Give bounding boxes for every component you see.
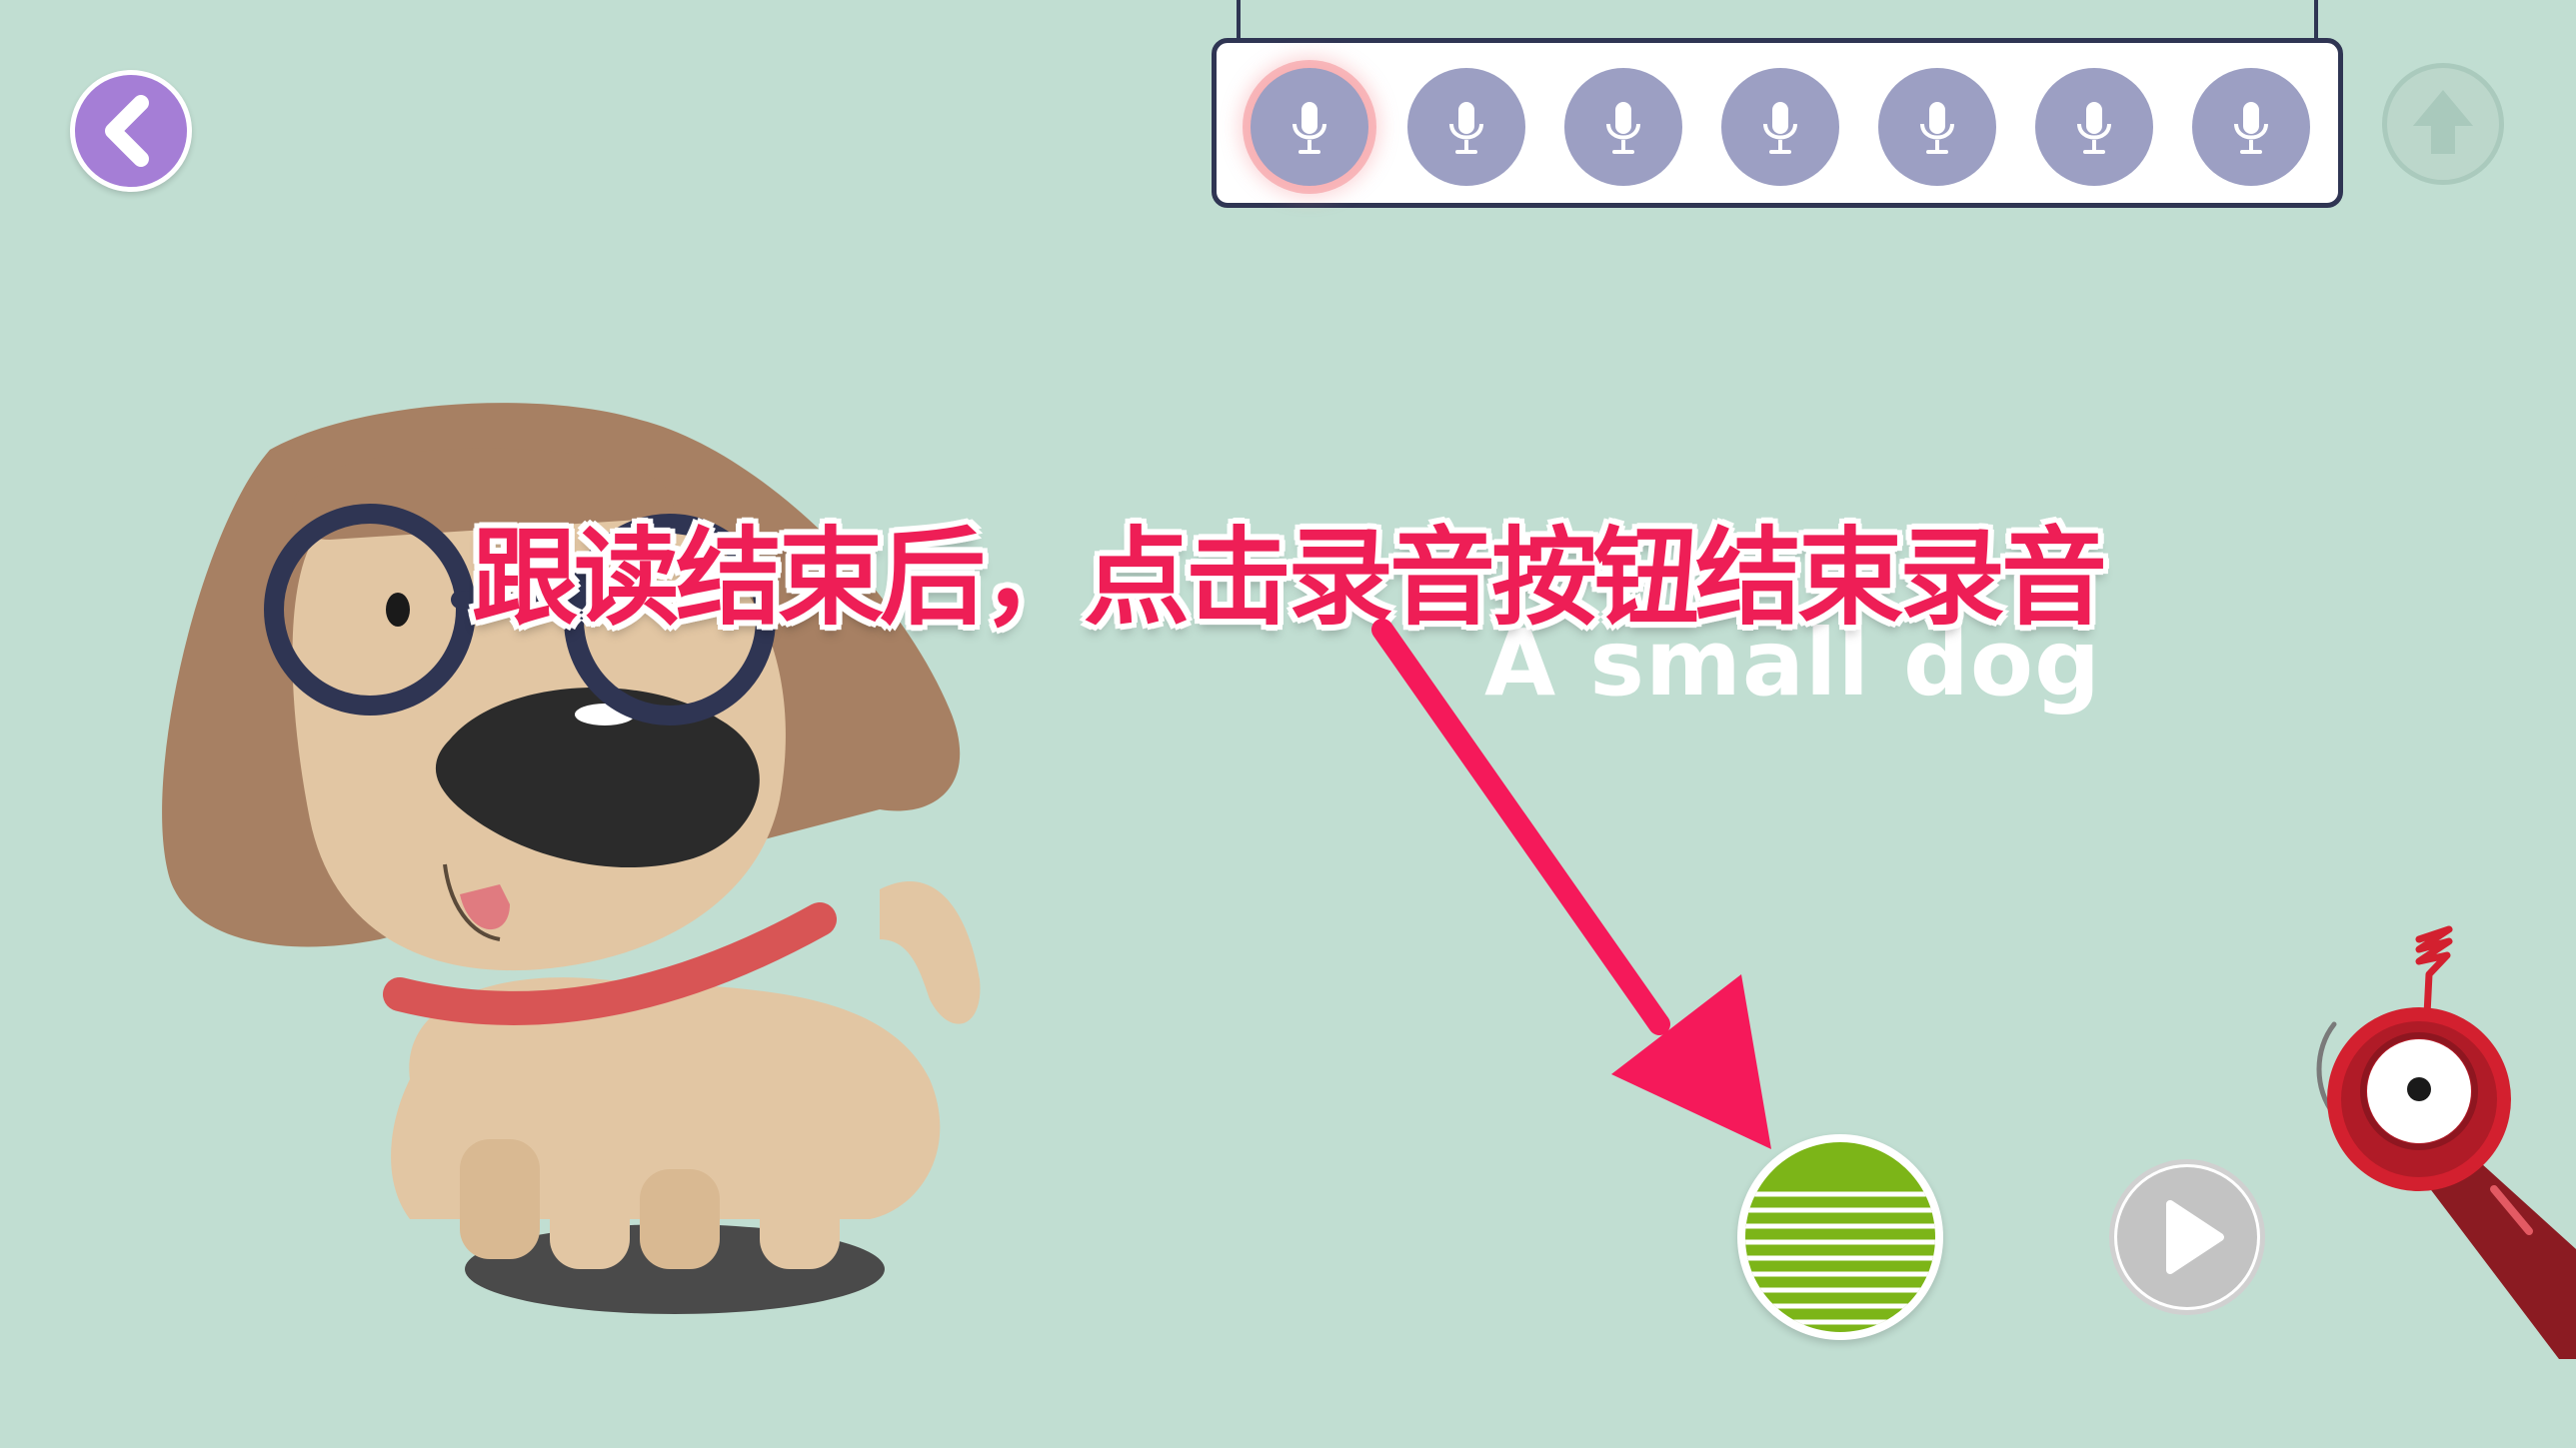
- strip-hanger-right: [2314, 0, 2318, 40]
- microphone-icon: [1920, 102, 1954, 154]
- mic-slot-6[interactable]: [2035, 68, 2153, 186]
- instruction-text: 跟读结束后，点击录音按钮结束录音: [472, 517, 2107, 640]
- mic-slot-4[interactable]: [1721, 68, 1839, 186]
- record-button[interactable]: [1737, 1134, 1943, 1340]
- play-button[interactable]: [2109, 1159, 2265, 1315]
- microphone-icon: [1763, 102, 1797, 154]
- back-button[interactable]: [70, 70, 192, 192]
- mic-slot-2[interactable]: [1407, 68, 1525, 186]
- mic-slot-7[interactable]: [2192, 68, 2310, 186]
- microphone-mascot-icon: [2316, 925, 2576, 1359]
- microphone-icon: [1292, 102, 1326, 154]
- recording-progress-strip: [1212, 38, 2343, 208]
- mic-slot-5[interactable]: [1878, 68, 1996, 186]
- recording-icon: [1745, 1142, 1935, 1332]
- microphone-icon: [1606, 102, 1640, 154]
- strip-hanger-left: [1237, 0, 1241, 40]
- upload-button[interactable]: [2382, 63, 2504, 185]
- arrow-up-icon: [2413, 90, 2473, 154]
- microphone-icon: [2077, 102, 2111, 154]
- chevron-left-icon: [105, 95, 149, 167]
- microphone-icon: [1449, 102, 1483, 154]
- microphone-icon: [2234, 102, 2268, 154]
- mic-slot-3[interactable]: [1564, 68, 1682, 186]
- play-icon: [2117, 1167, 2257, 1307]
- mic-slot-1[interactable]: [1251, 68, 1368, 186]
